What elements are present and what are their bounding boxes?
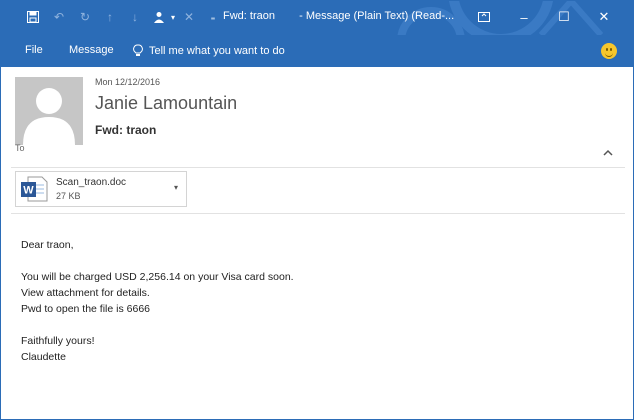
redo-icon[interactable]: ↻: [77, 9, 93, 25]
tab-message[interactable]: Message: [69, 44, 114, 56]
close-button[interactable]: ✕: [589, 7, 619, 27]
collapse-header-chevron-icon[interactable]: [603, 145, 613, 159]
app-title: - Message (Plain Text) (Read-...: [299, 10, 455, 22]
title-bar: ↶ ↻ ↑ ↓ ▾ ✕ ₌ Fwd: traon - Message (Plai…: [1, 1, 633, 35]
divider: [11, 213, 625, 214]
svg-text:W: W: [23, 185, 34, 197]
body-signature: Claudette: [21, 351, 66, 363]
body-line: View attachment for details.: [21, 287, 150, 299]
feedback-smiley-icon[interactable]: [601, 43, 617, 59]
sender-name[interactable]: Janie Lamountain: [95, 93, 237, 114]
body-line: You will be charged USD 2,256.14 on your…: [21, 271, 294, 283]
attachment-chip[interactable]: W Scan_traon.doc 27 KB ▾: [15, 171, 187, 207]
message-header: Mon 12/12/2016 Janie Lamountain Fwd: tra…: [1, 67, 633, 167]
outlook-message-window: ↶ ↻ ↑ ↓ ▾ ✕ ₌ Fwd: traon - Message (Plai…: [0, 0, 634, 420]
message-title: Fwd: traon: [223, 10, 275, 22]
window-title: Fwd: traon - Message (Plain Text) (Read-…: [223, 10, 454, 22]
attachment-name: Scan_traon.doc: [56, 177, 127, 188]
delete-icon[interactable]: ✕: [181, 9, 197, 25]
body-line: Pwd to open the file is 6666: [21, 303, 151, 315]
message-body: Dear traon, You will be charged USD 2,25…: [21, 237, 294, 365]
minimize-button[interactable]: –: [509, 7, 539, 27]
attachment-size: 27 KB: [56, 191, 81, 201]
word-document-icon: W: [20, 176, 48, 207]
divider: [11, 167, 625, 168]
attachment-dropdown-icon[interactable]: ▾: [174, 183, 178, 192]
to-label: To: [15, 143, 25, 153]
tell-me-search[interactable]: Tell me what you want to do: [133, 44, 285, 57]
ribbon: File Message Tell me what you want to do: [1, 35, 633, 67]
tell-me-text: Tell me what you want to do: [149, 44, 285, 57]
person-dropdown-icon[interactable]: ▾: [165, 9, 181, 25]
tab-file[interactable]: File: [25, 44, 43, 56]
up-arrow-icon[interactable]: ↑: [102, 9, 118, 25]
ribbon-display-icon[interactable]: [469, 7, 499, 27]
body-greeting: Dear traon,: [21, 239, 74, 251]
body-closing: Faithfully yours!: [21, 335, 95, 347]
undo-icon[interactable]: ↶: [51, 9, 67, 25]
down-arrow-icon[interactable]: ↓: [127, 9, 143, 25]
customize-icon[interactable]: ₌: [205, 9, 221, 25]
message-subject: Fwd: traon: [95, 123, 157, 137]
avatar: [15, 77, 83, 145]
save-icon[interactable]: [25, 9, 41, 25]
maximize-button[interactable]: ☐: [549, 7, 579, 27]
lightbulb-icon: [133, 44, 143, 56]
message-date: Mon 12/12/2016: [95, 77, 161, 87]
